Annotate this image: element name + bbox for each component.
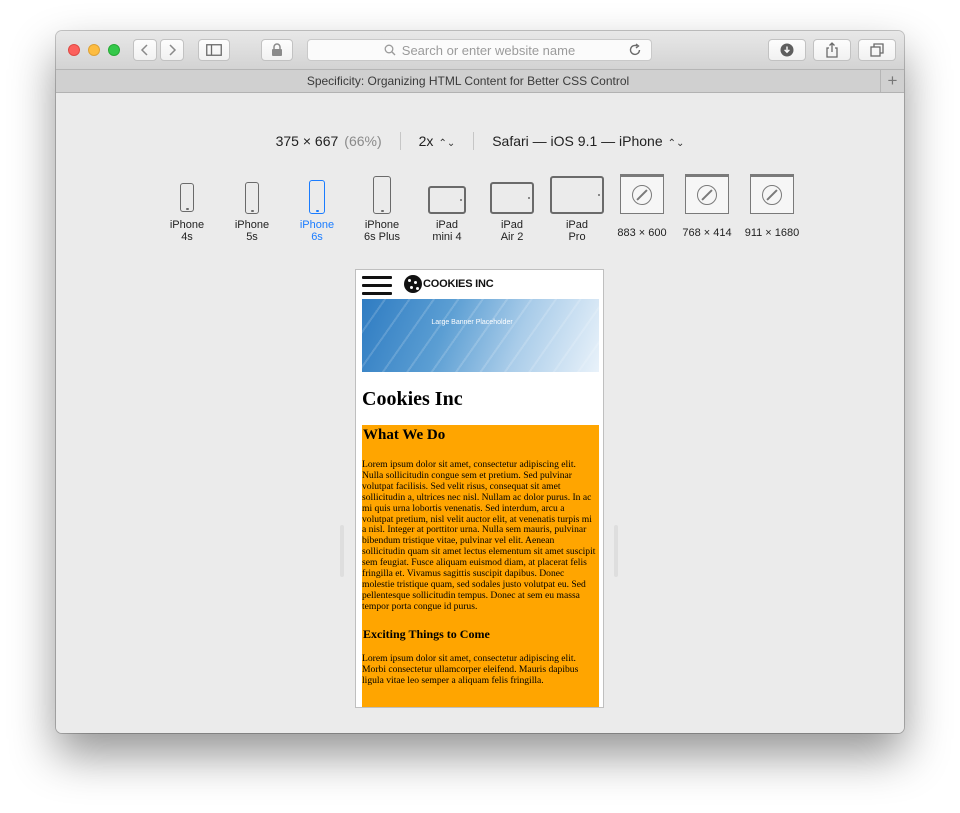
address-placeholder: Search or enter website name [401,42,576,58]
close-window-button[interactable] [68,44,80,56]
share-icon [826,42,838,58]
site-logo[interactable]: COOKIES INC [404,275,494,293]
device-label: 911 × 1680 [744,227,800,239]
share-button[interactable] [813,39,851,61]
tabs-overview-button[interactable] [858,39,896,61]
phone-icon [180,183,194,212]
viewport-info-bar: 375 × 667 (66%) 2x ⌃⌄ Safari — iOS 9.1 — … [56,131,904,151]
resize-handle-left[interactable] [340,525,344,577]
device-label: iPhone [234,219,270,231]
download-icon [780,43,794,57]
device-presets: iPhone 4s iPhone 5s iPhone 6s iPhone 6s Plus… [56,173,904,253]
divider [473,132,475,150]
viewport-dimensions: 375 × 667 [275,133,339,149]
section-heading: What We Do [363,427,446,443]
device-label: iPhone [364,219,400,231]
address-bar[interactable]: Search or enter website name [307,39,652,61]
device-ipad-mini-4[interactable]: iPad mini 4 [414,173,480,243]
tablet-icon [428,186,466,214]
user-agent-select[interactable]: Safari — iOS 9.1 — iPhone ⌃⌄ [492,133,684,149]
device-viewport[interactable]: COOKIES INC Large Banner Placeholder Coo… [355,269,604,708]
resize-handle-right[interactable] [614,525,618,577]
pixel-ratio-value: 2x [418,133,434,149]
device-sublabel: 6s Plus [363,231,401,243]
hamburger-menu-icon[interactable] [362,276,392,296]
subsection-heading: Exciting Things to Come [363,626,490,641]
divider [399,132,401,150]
viewport-zoom: (66%) [344,133,382,149]
browser-window-icon [620,174,664,214]
zoom-window-button[interactable] [108,44,120,56]
section-body: Lorem ipsum dolor sit amet, consectetur … [362,459,596,612]
pixel-ratio-select[interactable]: 2x ⌃⌄ [419,133,456,149]
device-iphone-4s[interactable]: iPhone 4s [154,173,220,243]
cookie-icon [404,275,422,293]
tab-bar: Specificity: Organizing HTML Content for… [56,69,904,93]
sidebar-icon [206,44,222,56]
device-label: 768 × 414 [682,227,732,239]
device-sublabel: 4s [181,231,193,243]
device-iphone-6s[interactable]: iPhone 6s [284,173,350,243]
toolbar: Search or enter website name [56,31,904,69]
device-iphone-5s[interactable]: iPhone 5s [219,173,285,243]
device-sublabel: 5s [246,231,258,243]
device-iphone-6s-plus[interactable]: iPhone 6s Plus [349,173,415,243]
what-we-do-section: What We Do Lorem ipsum dolor sit amet, c… [362,425,599,707]
device-custom-883x600[interactable]: 883 × 600 [609,173,675,239]
compass-icon [632,185,652,205]
downloads-button[interactable] [768,39,806,61]
search-icon [384,44,396,56]
device-label: iPad [565,219,589,231]
chevron-left-icon [140,44,148,56]
compass-icon [762,185,782,205]
tabs-icon [870,43,884,57]
browser-window-icon [685,174,729,214]
phone-icon [245,182,259,214]
new-tab-button[interactable]: + [880,70,904,92]
logo-text: COOKIES INC [423,278,494,290]
sidebar-button[interactable] [198,39,230,61]
reload-icon[interactable] [628,43,642,57]
chevron-right-icon [169,44,177,56]
banner-placeholder: Large Banner Placeholder [362,299,599,372]
device-label: iPhone [299,219,335,231]
minimize-window-button[interactable] [88,44,100,56]
device-custom-911x1680[interactable]: 911 × 1680 [739,173,805,239]
device-ipad-air-2[interactable]: iPad Air 2 [479,173,545,243]
device-sublabel: 6s [311,231,323,243]
device-label: iPhone [169,219,205,231]
user-agent-value: Safari — iOS 9.1 — iPhone [492,133,663,149]
tablet-icon [550,176,604,214]
subsection-body: Lorem ipsum dolor sit amet, consectetur … [362,652,579,686]
phone-icon [309,180,325,214]
chevron-updown-icon: ⌃⌄ [667,138,685,149]
forward-button[interactable] [160,39,184,61]
device-label: iPad [435,219,459,231]
banner-text: Large Banner Placeholder [431,319,513,326]
compass-icon [697,185,717,205]
device-sublabel: Air 2 [500,231,524,243]
phone-icon [373,176,391,214]
tablet-icon [490,182,534,214]
device-label: iPad [500,219,524,231]
device-custom-768x414[interactable]: 768 × 414 [674,173,740,239]
page-title: Cookies Inc [362,388,463,410]
lock-icon [272,43,282,56]
site-header: COOKIES INC [356,270,603,299]
device-ipad-pro[interactable]: iPad Pro [544,173,610,243]
device-sublabel: Pro [568,231,586,243]
device-sublabel: mini 4 [432,231,462,243]
chevron-updown-icon: ⌃⌄ [438,138,456,149]
device-label: 883 × 600 [617,227,667,239]
privacy-button[interactable] [261,39,293,61]
tab-active[interactable]: Specificity: Organizing HTML Content for… [56,70,880,92]
browser-window-icon [750,174,794,214]
back-button[interactable] [133,39,157,61]
